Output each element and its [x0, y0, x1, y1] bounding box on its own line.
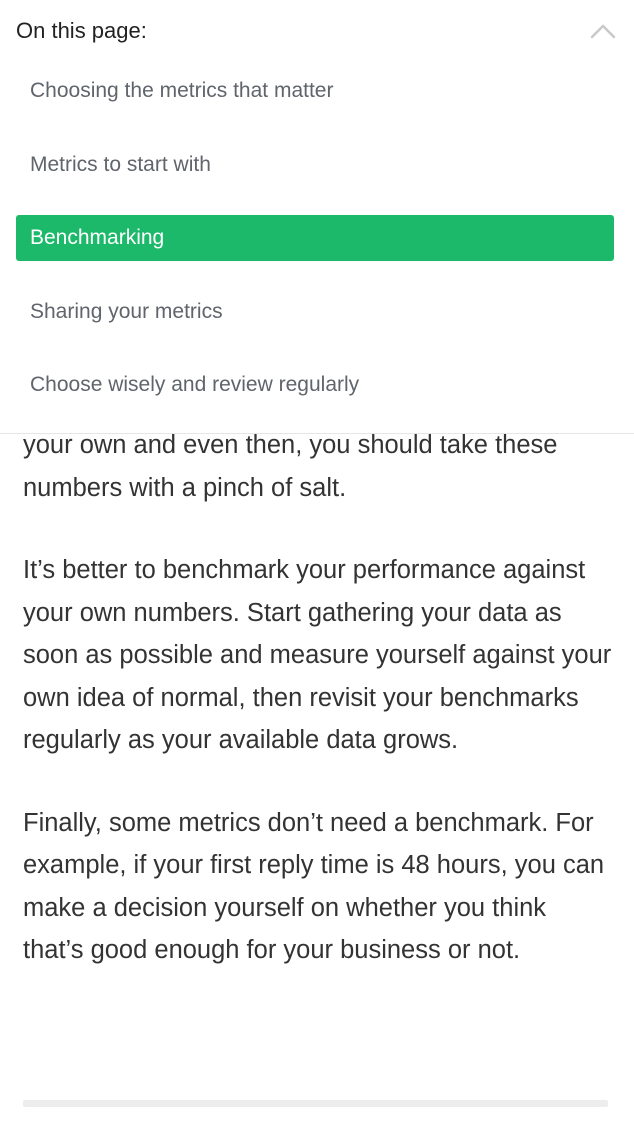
toc-collapse-button[interactable]	[588, 18, 618, 44]
toc-list: Choosing the metrics that matter Metrics…	[16, 68, 614, 436]
chevron-up-icon	[590, 24, 616, 39]
toc-item-choosing-metrics[interactable]: Choosing the metrics that matter	[16, 68, 614, 114]
section-divider	[23, 1100, 608, 1107]
toc-item-label: Benchmarking	[30, 226, 165, 249]
toc-item-metrics-to-start[interactable]: Metrics to start with	[16, 142, 614, 188]
toc-item-label: Choose wisely and review regularly	[30, 373, 360, 396]
article-body: your own and even then, you should take …	[23, 424, 613, 1012]
toc-item-label: Metrics to start with	[30, 152, 211, 176]
toc-item-benchmarking[interactable]: Benchmarking	[16, 215, 614, 261]
toc-title: On this page:	[16, 18, 147, 43]
toc-item-sharing-metrics[interactable]: Sharing your metrics	[16, 289, 614, 335]
article-paragraph: your own and even then, you should take …	[23, 431, 558, 502]
article-paragraph: It’s better to benchmark your performanc…	[23, 556, 612, 754]
table-of-contents: On this page: Choosing the metrics that …	[0, 0, 634, 434]
toc-item-choose-wisely[interactable]: Choose wisely and review regularly	[16, 362, 614, 408]
toc-header: On this page:	[16, 16, 618, 46]
toc-item-label: Sharing your metrics	[30, 299, 223, 323]
article-paragraph: Finally, some metrics don’t need a bench…	[23, 808, 605, 965]
toc-item-label: Choosing the metrics that matter	[30, 79, 334, 102]
